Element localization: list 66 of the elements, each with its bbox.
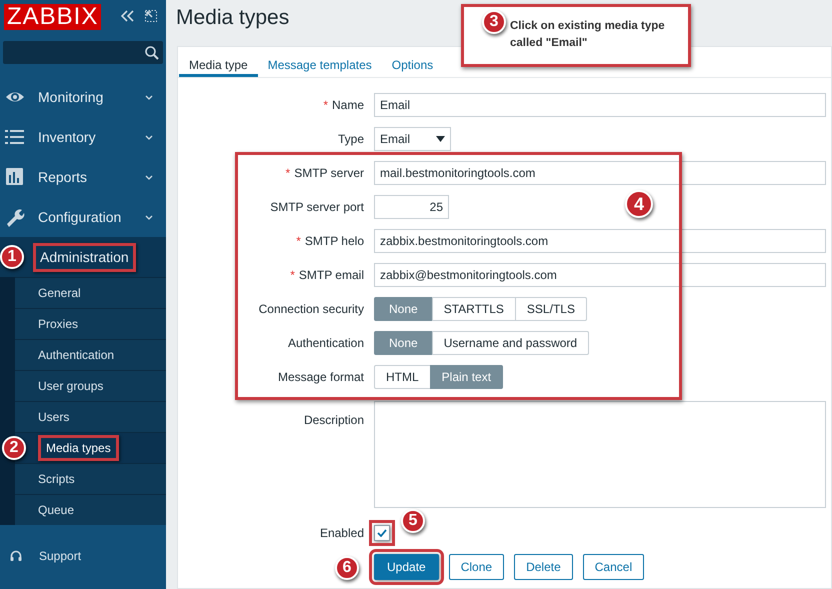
required-marker: *: [323, 98, 328, 112]
fullscreen-icon: [145, 10, 158, 22]
collapse-icon: [121, 10, 136, 22]
field-label-text: Enabled: [320, 526, 364, 540]
required-marker: *: [286, 166, 290, 180]
form-button[interactable]: Cancel: [582, 554, 644, 580]
chevron-down-icon: [145, 94, 153, 100]
text-field[interactable]: zabbix.bestmonitoringtools.com: [374, 229, 826, 253]
text-field[interactable]: zabbix@bestmonitoringtools.com: [374, 263, 826, 287]
step-number-badge: 6: [335, 556, 359, 580]
step-number-badge: 4: [625, 190, 653, 218]
field-label-text: SMTP email: [298, 268, 364, 282]
headset-icon: [10, 550, 22, 562]
required-marker: *: [296, 234, 301, 248]
tab[interactable]: Media type: [179, 47, 258, 77]
callout-text: Click on existing media type called "Email": [510, 19, 666, 51]
field-label-text: SMTP server port: [270, 200, 364, 214]
chevron-down-icon: [145, 174, 153, 180]
segment-button[interactable]: HTML: [374, 365, 431, 389]
step-number-badge: 3: [482, 10, 506, 34]
menu-item[interactable]: Monitoring: [0, 77, 166, 117]
form-button[interactable]: Clone: [448, 554, 504, 580]
bar-chart-icon: [5, 168, 25, 186]
segment-button[interactable]: SSL/TLS: [514, 297, 587, 321]
segment-button[interactable]: STARTTLS: [432, 297, 516, 321]
menu-item[interactable]: 1 Administration: [0, 237, 166, 277]
chevron-down-icon: [145, 134, 153, 140]
checkmark-icon: [377, 529, 387, 537]
search-field[interactable]: [3, 41, 163, 64]
field-label-text: Description: [304, 413, 364, 427]
step-number-badge: 1: [0, 245, 24, 269]
submenu-item[interactable]: Authentication: [15, 339, 166, 370]
step-number-badge: 5: [401, 509, 425, 533]
submenu-item[interactable]: User groups: [15, 370, 166, 401]
dropdown-caret-icon: [436, 136, 445, 142]
field-label-text: Connection security: [258, 302, 364, 316]
submenu-item[interactable]: Proxies: [15, 308, 166, 339]
menu-item[interactable]: Reports: [0, 157, 166, 197]
search-icon: [145, 46, 159, 60]
number-field[interactable]: 25: [374, 195, 449, 219]
chevron-down-icon: [145, 214, 153, 220]
description-field[interactable]: [374, 401, 826, 508]
tab[interactable]: Message templates: [258, 47, 382, 77]
menu-item[interactable]: Inventory: [0, 117, 166, 157]
required-marker: *: [290, 268, 295, 282]
field-label-text: SMTP server: [294, 166, 364, 180]
menu-item[interactable]: Configuration: [0, 197, 166, 237]
submenu-item[interactable]: Scripts: [15, 463, 166, 494]
segment-button[interactable]: Username and password: [432, 331, 590, 355]
field-label-text: Authentication: [288, 336, 364, 350]
submenu-item[interactable]: Queue: [15, 494, 166, 525]
zabbix-logo: ZABBIX: [4, 4, 102, 30]
field-label-text: Message format: [278, 370, 364, 384]
form-button[interactable]: Delete: [514, 554, 573, 580]
field-label-text: SMTP helo: [304, 234, 364, 248]
list-icon: [5, 128, 25, 146]
support-link[interactable]: Support: [0, 525, 166, 587]
field-label-text: Type: [338, 132, 364, 146]
field-label-text: Name: [332, 98, 364, 112]
text-field[interactable]: mail.bestmonitoringtools.com: [374, 161, 826, 185]
type-dropdown[interactable]: Email: [374, 127, 451, 151]
submenu-item[interactable]: General: [15, 277, 166, 308]
text-field[interactable]: Email: [374, 93, 826, 117]
tab[interactable]: Options: [382, 47, 444, 77]
page-title: Media types: [176, 5, 290, 31]
wrench-icon: [5, 208, 25, 226]
